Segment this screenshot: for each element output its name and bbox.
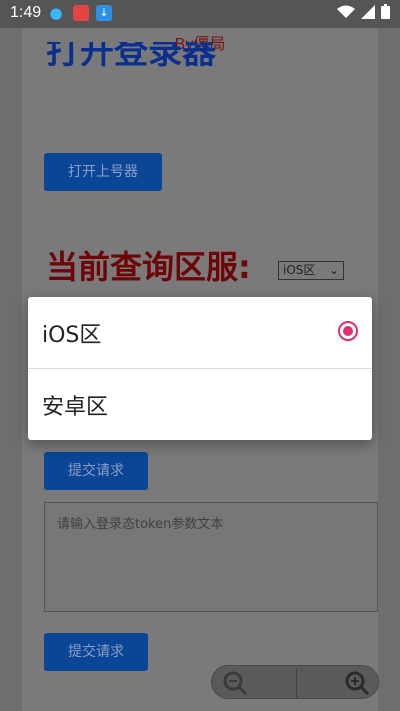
app-notification-icon [73,5,89,21]
clock: 1:49 [10,4,42,21]
region-picker-dialog: iOS区 安卓区 [28,297,372,440]
download-icon: ↓ [96,5,112,21]
option-ios[interactable]: iOS区 [28,297,372,368]
option-label: 安卓区 [42,395,109,420]
option-label: iOS区 [42,323,102,348]
qq-icon: ● [49,4,63,22]
status-bar: 1:49 ● ↓ [0,0,400,28]
option-android[interactable]: 安卓区 [28,369,372,440]
signal-icon [361,4,375,19]
wifi-icon [337,5,355,18]
radio-selected-icon[interactable] [338,321,358,341]
battery-icon [381,4,390,19]
